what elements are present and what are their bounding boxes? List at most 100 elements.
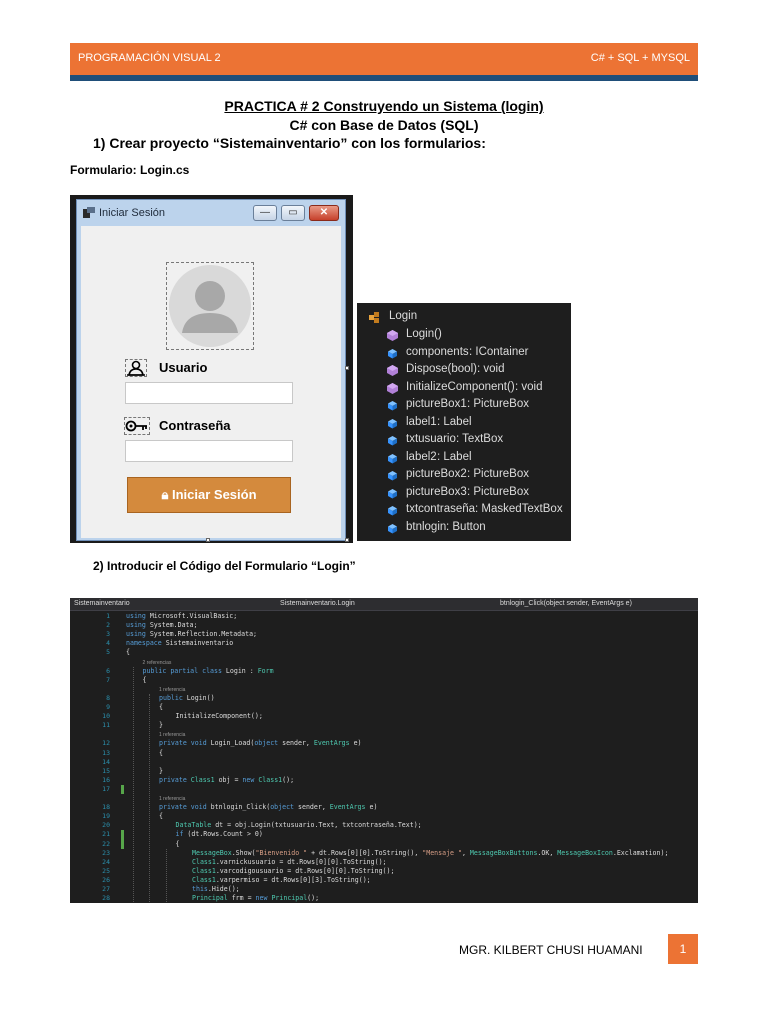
method-icon	[387, 382, 398, 394]
code-line: namespace Sistemainventario	[126, 639, 234, 648]
login-button[interactable]: 🔒︎ Iniciar Sesión	[127, 477, 291, 513]
member-label: label1	[406, 415, 437, 428]
code-line: {	[159, 812, 163, 821]
member-type: : IContainer	[469, 345, 529, 358]
member-label: txtcontraseña	[406, 503, 476, 515]
code-line: private Class1 obj = new Class1();	[159, 775, 295, 784]
line-number: 8	[106, 693, 110, 702]
maximize-button[interactable]: ▭	[281, 205, 305, 221]
code-line: public partial class Login : Form	[142, 666, 274, 675]
line-number: 13	[102, 748, 110, 757]
member-type: : TextBox	[456, 433, 504, 445]
author-name: MGR. KILBERT CHUSI HUAMANI	[459, 943, 643, 957]
resize-handle-corner[interactable]	[345, 538, 349, 542]
change-marker	[121, 830, 124, 849]
codelens-references: 1 referencia	[159, 686, 186, 693]
class-dropdown[interactable]: Sistemainventario.Login	[280, 600, 355, 607]
line-number: 22	[102, 839, 110, 848]
line-number: 24	[102, 857, 110, 866]
code-line: using System.Reflection.Metadata;	[126, 630, 258, 639]
resize-handle-right[interactable]	[345, 366, 349, 370]
code-line: {	[159, 748, 163, 757]
line-number: 19	[102, 812, 110, 821]
code-editor: Sistemainventario Sistemainventario.Logi…	[70, 598, 698, 903]
code-line: MessageBox.Show("Bienvenido " + dt.Rows[…	[192, 848, 669, 857]
method-dropdown[interactable]: btnlogin_Click(object sender, EventArgs …	[500, 600, 632, 607]
form-client-area: Usuario Contraseña 🔒︎ Iniciar Sesión	[81, 226, 341, 538]
user-label: Usuario	[159, 360, 208, 375]
member-type: : Button	[446, 520, 486, 533]
line-number: 3	[106, 630, 110, 639]
code-line: {	[142, 675, 147, 684]
member-type: : MaskedTextBox	[475, 503, 563, 515]
code-line: this.Hide();	[192, 885, 240, 893]
project-dropdown[interactable]: Sistemainventario	[74, 600, 130, 607]
member-label: components	[406, 345, 469, 358]
field-icon	[388, 418, 397, 428]
line-number: 5	[106, 648, 110, 657]
class-name: Login	[389, 310, 418, 322]
field-icon	[388, 471, 397, 481]
line-number: 27	[102, 885, 110, 893]
line-number: 16	[102, 775, 110, 784]
line-number: 28	[102, 894, 110, 903]
window-caption: Iniciar Sesión	[99, 207, 166, 219]
code-line: using System.Data;	[126, 621, 198, 630]
member-type: : Label	[437, 450, 472, 463]
class-members-panel: Login Login() components : IContainer Disp…	[357, 303, 571, 541]
member-label: pictureBox3	[406, 485, 467, 498]
code-line: using Microsoft.VisualBasic;	[126, 612, 238, 620]
line-number: 15	[102, 766, 110, 775]
field-icon	[388, 436, 397, 446]
member-type: : void	[515, 380, 543, 393]
code-line: private void btnlogin_Click(object sende…	[159, 803, 378, 812]
minimize-button[interactable]: —	[253, 205, 277, 221]
key-icon-picturebox	[124, 417, 150, 435]
header-rule	[70, 75, 698, 81]
field-icon	[388, 453, 397, 463]
field-icon	[388, 523, 397, 533]
line-number: 7	[106, 675, 110, 684]
resize-handle-bottom[interactable]	[206, 538, 210, 542]
code-line: public Login()	[159, 693, 215, 702]
member-type: : PictureBox	[467, 468, 529, 480]
password-input[interactable]	[125, 440, 293, 462]
step-1-text: 1) Crear proyecto “Sistemainventario” co…	[93, 135, 486, 151]
key-icon	[125, 420, 147, 432]
field-icon	[388, 488, 397, 498]
indent-guide	[165, 848, 167, 903]
member-type: : PictureBox	[467, 398, 529, 410]
member-label: pictureBox2	[406, 468, 467, 480]
member-label: txtusuario	[406, 433, 456, 445]
line-number: 26	[102, 875, 110, 884]
avatar-icon	[169, 265, 251, 347]
member-type: : PictureBox	[467, 485, 529, 498]
form-label: Formulario: Login.cs	[70, 163, 190, 177]
member-label: Login()	[406, 328, 442, 340]
line-number: 20	[102, 821, 110, 830]
lock-icon: 🔒︎	[161, 487, 169, 502]
class-icon	[369, 312, 379, 323]
change-marker	[121, 784, 124, 794]
page-title: PRACTICA # 2 Construyendo un Sistema (lo…	[224, 98, 544, 114]
codelens-references: 2 referencias	[142, 659, 172, 666]
username-input[interactable]	[125, 382, 293, 404]
password-label: Contraseña	[159, 418, 231, 433]
line-number: 18	[102, 803, 110, 812]
window-titlebar: Iniciar Sesión — ▭ ✕	[77, 200, 345, 226]
line-number: 9	[106, 703, 110, 711]
line-number: 14	[102, 757, 110, 766]
code-line: Class1.varcodigousuario = dt.Rows[0][0].…	[192, 866, 395, 875]
page-number: 1	[668, 934, 698, 964]
member-type: : void	[477, 363, 505, 375]
method-icon	[387, 365, 398, 376]
line-number: 17	[102, 784, 110, 793]
codelens-references: 1 referencia	[159, 732, 186, 739]
code-line: }	[159, 721, 163, 730]
code-line: if (dt.Rows.Count > 0)	[175, 830, 263, 839]
close-button[interactable]: ✕	[309, 205, 339, 221]
code-line: Principal frm = new Principal();	[192, 894, 320, 903]
line-number: 4	[106, 639, 110, 648]
method-icon	[387, 330, 398, 341]
indent-guide	[132, 666, 134, 903]
